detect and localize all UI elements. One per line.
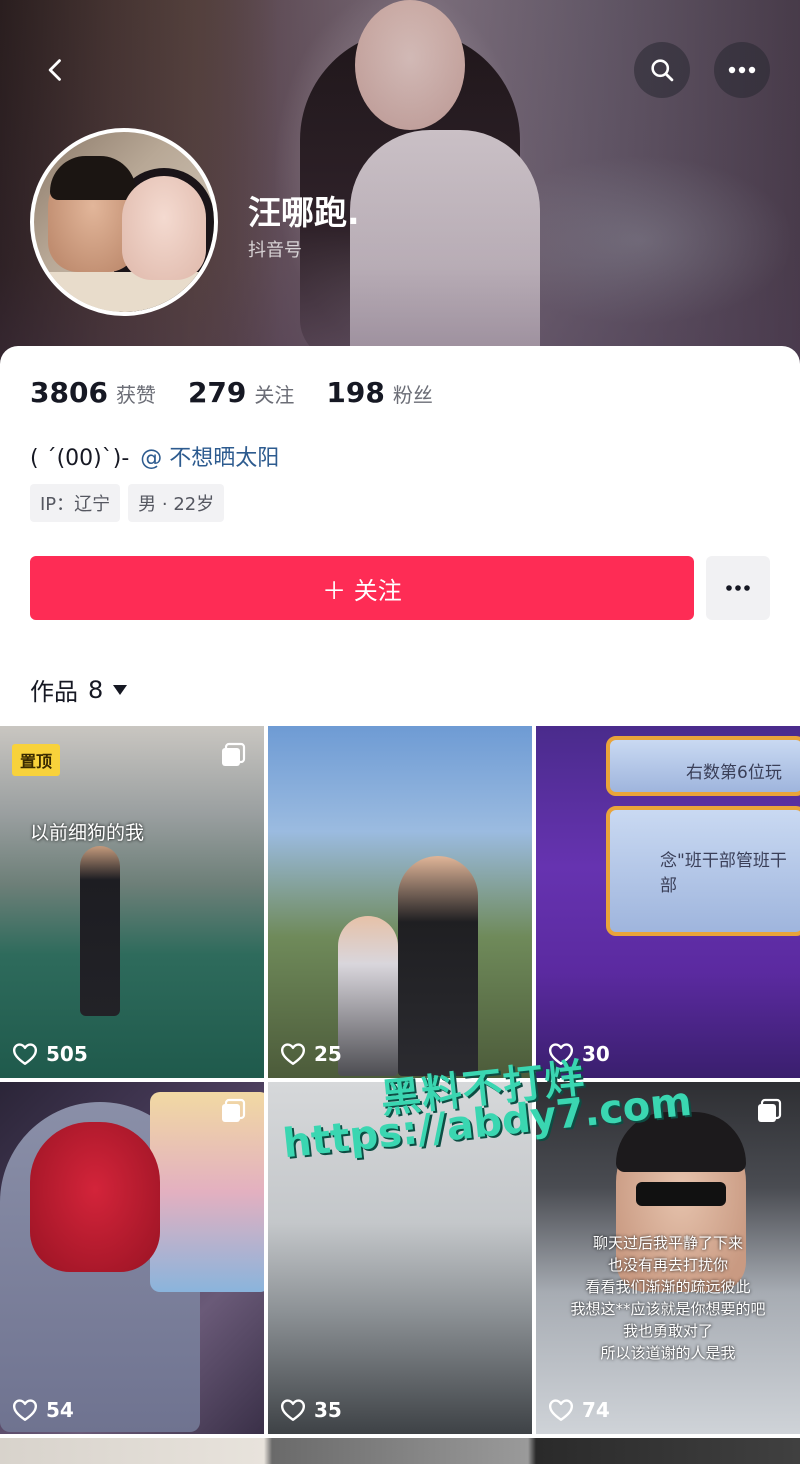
like-count-value: 54 (46, 1398, 74, 1422)
stat-label: 粉丝 (392, 383, 433, 407)
search-icon (651, 59, 674, 82)
stat-value: 198 (326, 376, 385, 409)
back-button[interactable] (28, 42, 84, 98)
like-count-value: 25 (314, 1042, 342, 1066)
video-thumbnail[interactable]: 54 (0, 1082, 264, 1434)
stat-value: 3806 (30, 376, 108, 409)
multi-image-icon (758, 1098, 782, 1122)
video-thumbnail[interactable]: 25 (268, 726, 532, 1078)
caption-line: 我想这**应该就是你想要的吧 (570, 1300, 766, 1318)
video-caption: 聊天过后我平静了下来 也没有再去打扰你 看看我们渐渐的疏远彼此 我想这**应该就… (536, 1232, 800, 1364)
stat-label: 关注 (254, 383, 295, 407)
heart-outline-icon (280, 1043, 306, 1065)
bio-mention-link[interactable]: @ 不想晒太阳 (140, 446, 279, 471)
follow-button[interactable]: ＋ 关注 (30, 556, 694, 620)
like-count-value: 505 (46, 1042, 88, 1066)
stat-label: 获赞 (115, 383, 156, 407)
next-row-thumbnails[interactable] (0, 1438, 800, 1464)
caption-line: 我也勇敢对了 (622, 1322, 713, 1340)
like-count: 35 (280, 1398, 342, 1422)
profile-tags: IP：辽宁 男 · 22岁 (30, 484, 232, 522)
follow-more-button[interactable] (706, 556, 770, 620)
video-overlay-text: 念"班干部管班干部 (660, 851, 787, 896)
douyin-id-label[interactable]: 抖音号 (248, 236, 302, 262)
multi-image-icon (222, 1098, 246, 1122)
heart-outline-icon (548, 1399, 574, 1421)
heart-outline-icon (280, 1399, 306, 1421)
works-count: 8 (88, 675, 104, 704)
multi-image-icon (222, 742, 246, 766)
like-count-value: 30 (582, 1042, 610, 1066)
stat-likes[interactable]: 3806 获赞 (30, 376, 156, 409)
video-overlay-text: 右数第6位玩 (686, 763, 782, 783)
bio-text: ( ´(00)`)- (30, 446, 137, 471)
like-count: 74 (548, 1398, 610, 1422)
caption-line: 看看我们渐渐的疏远彼此 (585, 1278, 751, 1296)
works-tab-label: 作品 (30, 678, 78, 706)
like-count-value: 74 (582, 1398, 610, 1422)
caption-line: 也没有再去打扰你 (607, 1256, 728, 1274)
heart-outline-icon (12, 1399, 38, 1421)
profile-nickname: 汪哪跑. (248, 193, 360, 232)
stat-followers[interactable]: 198 粉丝 (326, 376, 432, 409)
video-thumbnail[interactable]: 右数第6位玩 念"班干部管班干部 30 (536, 726, 800, 1078)
caption-line: 聊天过后我平静了下来 (592, 1234, 743, 1252)
caret-down-icon (113, 684, 128, 695)
like-count-value: 35 (314, 1398, 342, 1422)
more-options-button[interactable] (714, 42, 770, 98)
video-thumbnail[interactable]: 置顶 以前细狗的我 505 (0, 726, 264, 1078)
pinned-badge: 置顶 (12, 744, 61, 776)
tab-works[interactable]: 作品 8 (30, 672, 128, 707)
stat-value: 279 (187, 376, 247, 409)
more-horizontal-icon (728, 66, 756, 74)
profile-info-panel: 3806 获赞 279 关注 198 粉丝 ( ´(00)`)- @ 不想晒太阳… (0, 346, 800, 726)
profile-bio: ( ´(00)`)- @ 不想晒太阳 (30, 440, 279, 472)
stats-row: 3806 获赞 279 关注 198 粉丝 (30, 376, 465, 409)
like-count: 25 (280, 1042, 342, 1066)
search-button[interactable] (634, 42, 690, 98)
chevron-left-icon (48, 59, 61, 81)
like-count: 54 (12, 1398, 74, 1422)
gender-age-tag: 男 · 22岁 (128, 484, 225, 522)
heart-outline-icon (12, 1043, 38, 1065)
stat-following[interactable]: 279 关注 (188, 376, 294, 409)
like-count: 505 (12, 1042, 88, 1066)
avatar[interactable] (30, 128, 218, 316)
ip-location-tag: IP：辽宁 (30, 484, 121, 522)
more-horizontal-icon (726, 585, 750, 591)
video-caption: 以前细狗的我 (30, 822, 145, 844)
caption-line: 所以该道谢的人是我 (600, 1344, 736, 1362)
